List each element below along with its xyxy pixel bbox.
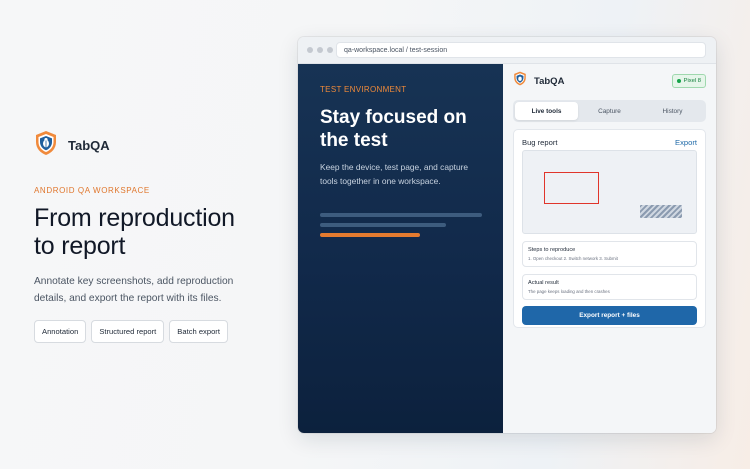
test-stage: TEST ENVIRONMENT Stay focused on the tes… [298,64,503,433]
tab-capture[interactable]: Capture [578,102,641,120]
result-field[interactable]: Actual result The page keeps loading and… [522,274,697,300]
feature-tags: Annotation Structured report Batch expor… [34,320,284,343]
annotation-rectangle[interactable] [544,172,599,204]
tab-history[interactable]: History [641,102,704,120]
result-label: Actual result [528,280,559,286]
card-title: Bug report [522,137,558,147]
export-link[interactable]: Export [675,138,697,147]
placeholder-bar [320,213,482,217]
hero-description: Annotate key screenshots, add reproducti… [34,276,234,304]
redaction-block[interactable] [640,205,682,218]
browser-dot-icon [307,47,313,53]
annotated-screenshot[interactable] [522,150,697,234]
address-bar[interactable]: qa-workspace.local / test-session [336,42,706,58]
status-led-icon [676,79,681,83]
stage-description: Keep the device, test page, and capture … [320,162,469,186]
steps-field[interactable]: Steps to reproduce 1. Open checkout 2. S… [522,241,697,267]
brand: TabQA [34,130,284,161]
stage-title-line-2: the test [320,130,388,151]
qa-side-panel: TabQA Pixel 8 Live tools Capture History… [503,64,716,433]
headline-line-1: From reproduction [34,204,235,232]
brand-name: TabQA [68,137,110,153]
browser-dot-icon [327,47,333,53]
export-report-button[interactable]: Export report + files [522,306,697,325]
steps-value: 1. Open checkout 2. Switch network 3. Su… [528,256,618,261]
panel-header: TabQA Pixel 8 [513,71,706,91]
result-value: The page keeps loading and then crashes [528,289,610,294]
environment-label: TEST ENVIRONMENT [320,85,407,94]
browser-window: qa-workspace.local / test-session TEST E… [298,37,716,433]
shield-bug-logo-icon [34,130,58,161]
browser-toolbar: qa-workspace.local / test-session [298,37,716,64]
card-header: Bug report Export [522,137,697,147]
browser-content: TEST ENVIRONMENT Stay focused on the tes… [298,64,716,433]
placeholder-bar [320,223,446,227]
headline-line-2: to report [34,232,126,260]
shield-bug-logo-icon [513,71,527,91]
browser-dot-icon [317,47,323,53]
stage-title: Stay focused on the test [320,106,481,152]
tag-structured-report: Structured report [91,320,165,343]
steps-label: Steps to reproduce [528,247,576,253]
device-label: Pixel 8 [683,78,701,84]
page-title: From reproduction to report [34,204,284,260]
placeholder-bars [320,213,482,237]
window-controls [307,47,333,53]
placeholder-bar-accent [320,233,420,237]
tag-annotation: Annotation [34,320,87,343]
tab-live-tools[interactable]: Live tools [515,102,578,120]
panel-app-name: TabQA [534,75,565,87]
eyebrow-label: ANDROID QA WORKSPACE [34,186,150,195]
bug-report-card: Bug report Export Steps to reproduce 1. … [513,129,706,328]
stage-title-line-1: Stay focused on [320,107,467,128]
panel-tabs: Live tools Capture History [513,100,706,122]
hero-section: TabQA ANDROID QA WORKSPACE From reproduc… [34,130,284,343]
tag-batch-export: Batch export [169,320,228,343]
device-badge[interactable]: Pixel 8 [671,74,706,88]
